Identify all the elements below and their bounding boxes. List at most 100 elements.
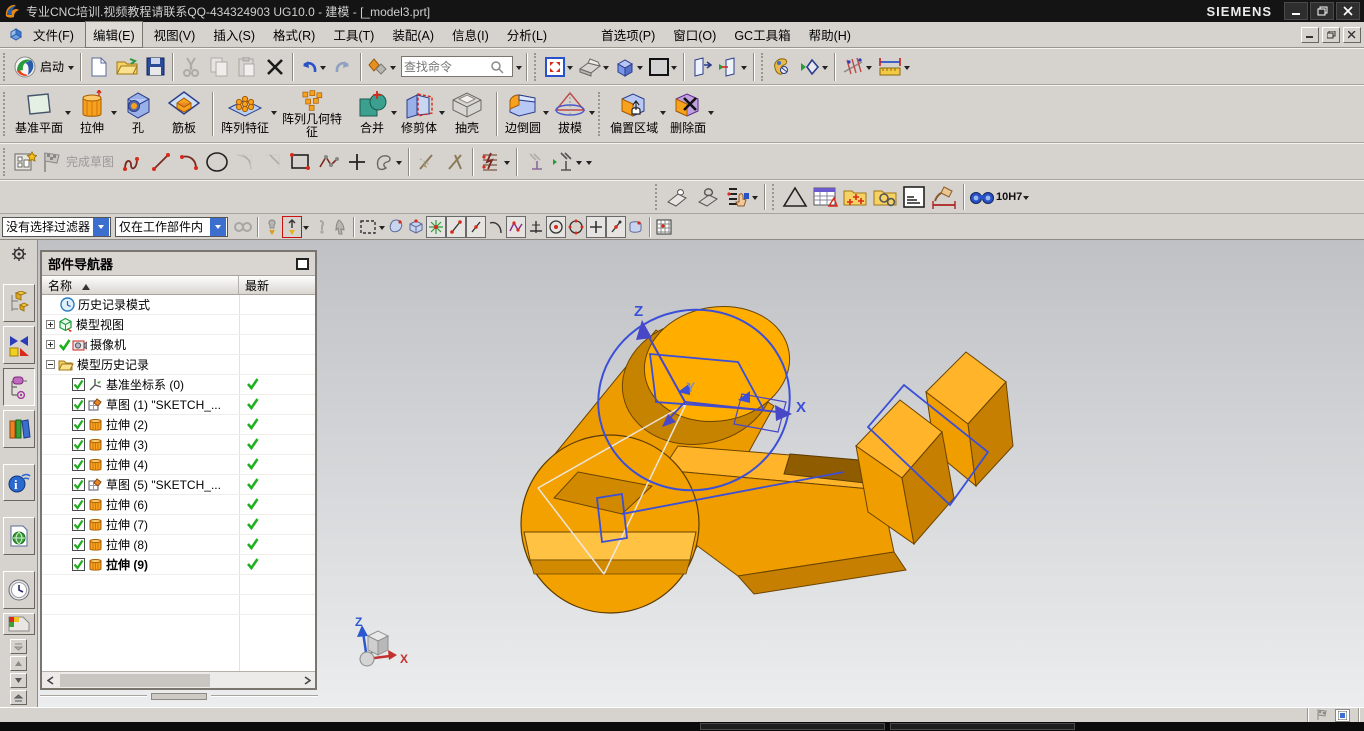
snap-sphere-button[interactable] <box>386 216 406 238</box>
minimize-button[interactable] <box>1284 2 1308 20</box>
toolbar-handle[interactable] <box>598 92 603 137</box>
splitter-grip[interactable] <box>151 693 207 700</box>
immediate-hide-button[interactable] <box>716 53 750 81</box>
visualization-caret[interactable] <box>822 66 828 73</box>
show-hide-caret[interactable] <box>741 66 747 73</box>
hd3d-tools-tab[interactable]: i <box>3 464 35 502</box>
menu-analysis[interactable]: 分析(L) <box>500 22 554 47</box>
menu-preferences[interactable]: 首选项(P) <box>594 22 662 47</box>
menu-tools[interactable]: 工具(T) <box>326 22 381 47</box>
toolbar-handle[interactable] <box>3 148 8 176</box>
resource-scroll-top[interactable] <box>10 639 27 654</box>
profile-button[interactable] <box>119 148 147 176</box>
new-button[interactable] <box>85 53 113 81</box>
tree-row-datum-csys[interactable]: 基准坐标系 (0) <box>42 375 315 395</box>
command-finder-button[interactable] <box>365 53 399 81</box>
undo-caret[interactable] <box>320 66 326 73</box>
delete-button[interactable] <box>261 53 289 81</box>
delete-face-button[interactable]: 删除面 <box>666 87 714 141</box>
rectangle-button[interactable] <box>287 148 315 176</box>
shaded-view-caret[interactable] <box>637 66 643 73</box>
pattern-feature-button[interactable]: 阵列特征 <box>217 87 277 141</box>
snap-intersection-toggle[interactable] <box>526 216 546 238</box>
model-slot[interactable] <box>524 532 696 560</box>
toolbar-handle[interactable] <box>772 184 777 210</box>
snap-point-on-face-toggle[interactable] <box>626 216 646 238</box>
start-caret[interactable] <box>68 66 74 73</box>
quick-extend-button[interactable] <box>441 148 469 176</box>
tree-row-extrude-6[interactable]: 拉伸 (6) <box>42 495 315 515</box>
tree-row-sketch-5[interactable]: 草图 (5) "SKETCH_... <box>42 475 315 495</box>
snap-spline-toggle[interactable] <box>506 216 526 238</box>
menu-insert[interactable]: 插入(S) <box>206 22 262 47</box>
point-set-folder-button[interactable] <box>840 183 870 211</box>
extrude-button[interactable]: 拉伸 <box>71 87 117 141</box>
studio-spline-button[interactable] <box>315 148 343 176</box>
list-select-button[interactable] <box>723 183 761 211</box>
resource-scroll-down[interactable] <box>10 673 27 688</box>
fit-view-button[interactable] <box>542 53 576 81</box>
scope-dropdown[interactable] <box>210 218 226 236</box>
close-button[interactable] <box>1336 2 1360 20</box>
checkbox-checked[interactable] <box>72 518 85 531</box>
tree-row-extrude-9[interactable]: 拉伸 (9) <box>42 555 315 575</box>
navigator-titlebar[interactable]: 部件导航器 <box>42 252 315 276</box>
save-button[interactable] <box>141 53 169 81</box>
tree-row-extrude-7[interactable]: 拉伸 (7) <box>42 515 315 535</box>
menu-gc-toolbox[interactable]: GC工具箱 <box>727 22 797 47</box>
pattern-geometry-button[interactable]: 阵列几何特征 <box>277 87 351 141</box>
sketch-button[interactable] <box>11 148 39 176</box>
roles-gear[interactable] <box>11 240 27 268</box>
command-search-box[interactable] <box>401 56 513 77</box>
snap-point-on-curve-toggle[interactable] <box>606 216 626 238</box>
column-status[interactable]: 最新 <box>239 276 315 294</box>
information-window-button[interactable] <box>900 183 928 211</box>
redo-button[interactable] <box>329 53 357 81</box>
toolbar-handle[interactable] <box>3 92 8 137</box>
toolbar-handle[interactable] <box>3 53 8 81</box>
tolerance-caret[interactable] <box>1023 196 1029 203</box>
type-filter-dropdown[interactable] <box>93 218 109 236</box>
tolerance-binoculars-button[interactable] <box>968 183 996 211</box>
list-select-caret[interactable] <box>752 196 758 203</box>
selection-caret[interactable] <box>303 226 309 233</box>
checkbox-checked[interactable] <box>72 558 85 571</box>
sketch-more-caret[interactable] <box>586 161 592 168</box>
check box-checked[interactable] <box>72 538 85 551</box>
offset-curve-button[interactable] <box>371 148 405 176</box>
scroll-left-button[interactable] <box>42 673 58 688</box>
constraints-caret[interactable] <box>504 161 510 168</box>
snap-cube-button[interactable] <box>406 216 426 238</box>
highlight-selection-button[interactable] <box>282 216 302 238</box>
tolerance-table-button[interactable] <box>810 183 840 211</box>
checkbox-checked[interactable] <box>72 398 85 411</box>
draft-analysis-button[interactable] <box>780 183 810 211</box>
type-filter-combo[interactable]: 没有选择过滤器 <box>2 217 111 237</box>
snap-midpoint-toggle[interactable] <box>466 216 486 238</box>
datum-plane-button[interactable]: 基准平面 <box>11 87 71 141</box>
hole-button[interactable]: 孔 <box>117 87 163 141</box>
resource-scroll-up[interactable] <box>10 656 27 671</box>
measure-caret[interactable] <box>904 66 910 73</box>
menu-assemblies[interactable]: 装配(A) <box>385 22 441 47</box>
snap-existing-point-toggle[interactable] <box>586 216 606 238</box>
sketch-reattach-button[interactable] <box>693 183 723 211</box>
resource-scroll-bottom[interactable] <box>10 690 27 705</box>
command-finder-caret[interactable] <box>390 66 396 73</box>
line-button[interactable] <box>147 148 175 176</box>
menu-help[interactable]: 帮助(H) <box>802 22 858 47</box>
expand-icon[interactable] <box>46 340 55 349</box>
tree-row-extrude-4[interactable]: 拉伸 (4) <box>42 455 315 475</box>
scroll-right-button[interactable] <box>299 673 315 688</box>
tree-row-model-history[interactable]: 模型历史记录 <box>42 355 315 375</box>
menu-edit[interactable]: 编辑(E) <box>85 21 143 48</box>
part-navigator-tab[interactable] <box>3 368 35 406</box>
toolbar-handle[interactable] <box>655 184 660 210</box>
true-shading-button[interactable] <box>769 53 797 81</box>
geometric-constraints-button[interactable] <box>477 148 513 176</box>
undock-button[interactable] <box>296 258 309 270</box>
align-view-button[interactable] <box>839 53 875 81</box>
menu-format[interactable]: 格式(R) <box>266 22 322 47</box>
marquee-caret[interactable] <box>379 226 385 233</box>
curve-group-folder-button[interactable] <box>870 183 900 211</box>
